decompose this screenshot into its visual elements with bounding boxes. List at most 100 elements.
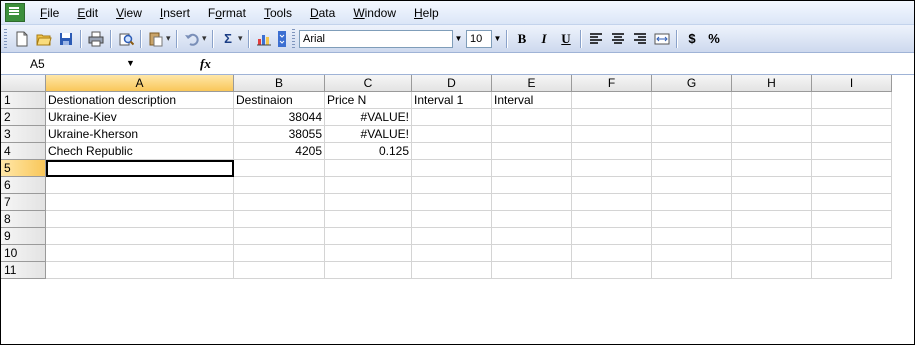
row-header-4[interactable]: 4 — [1, 143, 46, 160]
cell-c1[interactable]: Price N — [325, 92, 412, 109]
undo-icon[interactable] — [182, 29, 202, 49]
cell-i11[interactable] — [812, 262, 892, 279]
cell-g11[interactable] — [652, 262, 732, 279]
align-center-icon[interactable] — [608, 29, 628, 49]
cell-h9[interactable] — [732, 228, 812, 245]
cell-h8[interactable] — [732, 211, 812, 228]
cell-c6[interactable] — [325, 177, 412, 194]
cell-g8[interactable] — [652, 211, 732, 228]
font-name-dropdown-icon[interactable]: ▼ — [453, 31, 464, 47]
save-icon[interactable] — [56, 29, 76, 49]
cell-g9[interactable] — [652, 228, 732, 245]
menu-help[interactable]: Help — [405, 2, 448, 24]
formula-input[interactable] — [223, 54, 913, 73]
cell-i5[interactable] — [812, 160, 892, 177]
formatting-toolbar-grip[interactable] — [292, 28, 295, 49]
cell-f2[interactable] — [572, 109, 652, 126]
cell-b5[interactable] — [234, 160, 325, 177]
cell-d5[interactable] — [412, 160, 492, 177]
column-header-c[interactable]: C — [325, 75, 412, 92]
paste-icon[interactable] — [146, 29, 166, 49]
cell-f3[interactable] — [572, 126, 652, 143]
cell-d11[interactable] — [412, 262, 492, 279]
menu-view[interactable]: View — [107, 2, 151, 24]
cell-b4[interactable]: 4205 — [234, 143, 325, 160]
cell-h6[interactable] — [732, 177, 812, 194]
cell-d9[interactable] — [412, 228, 492, 245]
toolbar-options-icon[interactable] — [276, 29, 288, 49]
cell-i10[interactable] — [812, 245, 892, 262]
cell-c4[interactable]: 0.125 — [325, 143, 412, 160]
cell-f11[interactable] — [572, 262, 652, 279]
menu-insert[interactable]: Insert — [151, 2, 199, 24]
cell-b7[interactable] — [234, 194, 325, 211]
cell-a6[interactable] — [46, 177, 234, 194]
name-box-dropdown-icon[interactable]: ▼ — [126, 58, 135, 68]
cell-h3[interactable] — [732, 126, 812, 143]
cell-e6[interactable] — [492, 177, 572, 194]
cell-d7[interactable] — [412, 194, 492, 211]
print-icon[interactable] — [86, 29, 106, 49]
cell-g7[interactable] — [652, 194, 732, 211]
row-header-6[interactable]: 6 — [1, 177, 46, 194]
cell-a9[interactable] — [46, 228, 234, 245]
cell-d3[interactable] — [412, 126, 492, 143]
cell-a8[interactable] — [46, 211, 234, 228]
column-header-a[interactable]: A — [46, 75, 234, 92]
column-header-i[interactable]: I — [812, 75, 892, 92]
cell-c11[interactable] — [325, 262, 412, 279]
excel-app-icon[interactable] — [5, 3, 25, 22]
align-left-icon[interactable] — [586, 29, 606, 49]
cell-c7[interactable] — [325, 194, 412, 211]
chart-wizard-icon[interactable] — [254, 29, 274, 49]
row-header-10[interactable]: 10 — [1, 245, 46, 262]
cell-h10[interactable] — [732, 245, 812, 262]
cell-d8[interactable] — [412, 211, 492, 228]
cell-f6[interactable] — [572, 177, 652, 194]
cell-e8[interactable] — [492, 211, 572, 228]
cell-b6[interactable] — [234, 177, 325, 194]
new-document-icon[interactable] — [12, 29, 32, 49]
cell-g1[interactable] — [652, 92, 732, 109]
cell-d2[interactable] — [412, 109, 492, 126]
name-box[interactable]: A5 ▼ — [3, 54, 155, 73]
undo-dropdown-icon[interactable]: ▾ — [202, 33, 209, 44]
underline-button[interactable]: U — [555, 31, 577, 47]
row-header-5[interactable]: 5 — [1, 160, 46, 177]
cell-e7[interactable] — [492, 194, 572, 211]
menu-edit[interactable]: Edit — [68, 2, 107, 24]
autosum-dropdown-icon[interactable]: ▾ — [238, 33, 245, 44]
research-icon[interactable] — [116, 29, 136, 49]
cell-b8[interactable] — [234, 211, 325, 228]
cell-g4[interactable] — [652, 143, 732, 160]
menu-file[interactable]: File — [31, 2, 68, 24]
cell-e4[interactable] — [492, 143, 572, 160]
cell-g10[interactable] — [652, 245, 732, 262]
cell-d4[interactable] — [412, 143, 492, 160]
cell-c10[interactable] — [325, 245, 412, 262]
cell-f10[interactable] — [572, 245, 652, 262]
menu-data[interactable]: Data — [301, 2, 344, 24]
column-header-g[interactable]: G — [652, 75, 732, 92]
cell-b11[interactable] — [234, 262, 325, 279]
cell-i2[interactable] — [812, 109, 892, 126]
row-header-2[interactable]: 2 — [1, 109, 46, 126]
cell-h5[interactable] — [732, 160, 812, 177]
merge-center-icon[interactable] — [652, 29, 672, 49]
paste-dropdown-icon[interactable]: ▾ — [166, 33, 173, 44]
cell-h11[interactable] — [732, 262, 812, 279]
row-header-1[interactable]: 1 — [1, 92, 46, 109]
cell-e1[interactable]: Interval — [492, 92, 572, 109]
cell-i1[interactable] — [812, 92, 892, 109]
cell-a3[interactable]: Ukraine-Kherson — [46, 126, 234, 143]
insert-function-icon[interactable]: fx — [200, 56, 211, 72]
cell-i8[interactable] — [812, 211, 892, 228]
italic-button[interactable]: I — [533, 31, 555, 47]
cell-c9[interactable] — [325, 228, 412, 245]
cell-g3[interactable] — [652, 126, 732, 143]
cell-i6[interactable] — [812, 177, 892, 194]
cell-e11[interactable] — [492, 262, 572, 279]
cell-c2[interactable]: #VALUE! — [325, 109, 412, 126]
row-header-11[interactable]: 11 — [1, 262, 46, 279]
cell-f8[interactable] — [572, 211, 652, 228]
